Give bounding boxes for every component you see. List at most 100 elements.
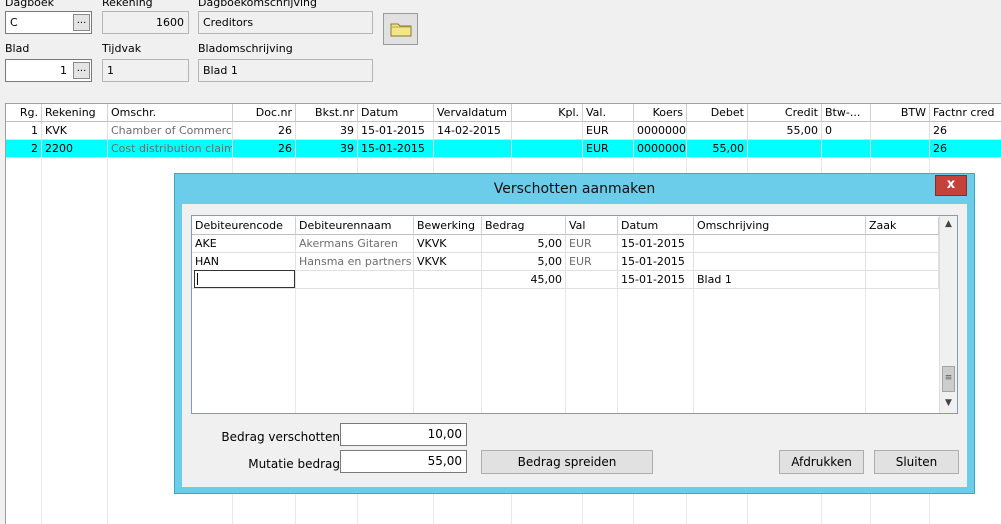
sluiten-button[interactable]: Sluiten [874, 450, 959, 474]
mutatie-bedrag-label: Mutatie bedrag [248, 457, 340, 471]
bladomschrijving-field: Blad 1 [198, 59, 373, 82]
table-cell: 15-01-2015 [358, 122, 434, 140]
table-cell: 2200 [42, 140, 108, 158]
col-header-credit[interactable]: Credit [748, 104, 822, 122]
dialog-title[interactable]: Verschotten aanmaken [175, 174, 974, 204]
col-header-rekening[interactable]: Rekening [42, 104, 108, 122]
bedrag-verschotten-label: Bedrag verschotten [221, 430, 340, 444]
col-header-debet[interactable]: Debet [687, 104, 748, 122]
debiteurencode-edit-input[interactable] [194, 270, 295, 288]
table-cell [434, 140, 512, 158]
table-cell [871, 122, 930, 140]
afdrukken-button[interactable]: Afdrukken [779, 450, 864, 474]
dagboek-label: Dagboek [5, 0, 55, 9]
tijdvak-field: 1 [102, 59, 189, 82]
table-cell [566, 271, 618, 289]
table-cell: VKVK [414, 235, 482, 253]
col-header-bedrag[interactable]: Bedrag [482, 217, 566, 235]
list-item[interactable]: 45,00 15-01-2015 Blad 1 [192, 271, 939, 289]
col-header-btw[interactable]: BTW [871, 104, 930, 122]
table-cell: 26 [930, 140, 1001, 158]
table-cell: 15-01-2015 [618, 253, 694, 271]
table-cell: 00000000 [634, 122, 687, 140]
scroll-thumb[interactable]: ≡ [942, 366, 955, 392]
chevron-up-icon[interactable]: ▲ [941, 217, 956, 232]
verschotten-dialog: Verschotten aanmaken x Debiteurencode De… [174, 173, 975, 494]
table-cell: 15-01-2015 [358, 140, 434, 158]
dialog-grid-scrollbar[interactable]: ▲ ≡ ▼ [939, 216, 957, 413]
table-cell: 55,00 [687, 140, 748, 158]
col-header-datum[interactable]: Datum [358, 104, 434, 122]
col-header-val[interactable]: Val [566, 217, 618, 235]
open-folder-button[interactable] [383, 13, 418, 45]
table-cell: 39 [296, 140, 358, 158]
col-header-val[interactable]: Val. [583, 104, 634, 122]
table-cell [866, 253, 939, 271]
table-cell: 0 [822, 122, 871, 140]
table-cell: 55,00 [748, 122, 822, 140]
dialog-body: Debiteurencode Debiteurennaam Bewerking … [182, 204, 967, 487]
table-cell: Hansma en partners [296, 253, 414, 271]
table-cell: EUR [583, 140, 634, 158]
col-header-debiteurennaam[interactable]: Debiteurennaam [296, 217, 414, 235]
close-icon[interactable]: x [935, 175, 967, 196]
table-cell: HAN [192, 253, 296, 271]
col-header-koers[interactable]: Koers [634, 104, 687, 122]
col-header-btwcode[interactable]: Btw-... [822, 104, 871, 122]
table-cell [296, 271, 414, 289]
bladomschrijving-label: Bladomschrijving [198, 42, 293, 55]
grid-header-row: Rg. Rekening Omschr. Doc.nr Bkst.nr Datu… [6, 104, 1001, 122]
col-header-vervaldatum[interactable]: Vervaldatum [434, 104, 512, 122]
dagboekomschrijving-label: Dagboekomschrijving [198, 0, 318, 9]
table-cell [748, 140, 822, 158]
chevron-down-icon[interactable]: ▼ [941, 396, 956, 411]
table-cell: Blad 1 [694, 271, 866, 289]
col-header-docnr[interactable]: Doc.nr [233, 104, 296, 122]
table-cell: 26 [930, 122, 1001, 140]
col-header-bewerking[interactable]: Bewerking [414, 217, 482, 235]
blad-value: 1 [60, 64, 67, 77]
rekening-field: 1600 [102, 11, 189, 34]
list-item[interactable]: AKE Akermans Gitaren VKVK 5,00 EUR 15-01… [192, 235, 939, 253]
table-cell: KVK [42, 122, 108, 140]
bedrag-spreiden-button[interactable]: Bedrag spreiden [481, 450, 653, 474]
table-cell: Akermans Gitaren [296, 235, 414, 253]
verschotten-grid[interactable]: Debiteurencode Debiteurennaam Bewerking … [191, 215, 958, 414]
col-header-datum[interactable]: Datum [618, 217, 694, 235]
table-row[interactable]: 1 KVK Chamber of Commerc 26 39 15-01-201… [6, 122, 1001, 140]
col-header-omschrijving[interactable]: Omschrijving [694, 217, 866, 235]
table-row-selected[interactable]: 2 2200 Cost distribution claim 26 39 15-… [6, 140, 1001, 158]
table-cell: AKE [192, 235, 296, 253]
col-header-rg[interactable]: Rg. [6, 104, 42, 122]
table-cell: EUR [566, 253, 618, 271]
mutatie-bedrag-input[interactable]: 55,00 [340, 450, 467, 473]
dagboek-value: C [10, 16, 18, 29]
dialog-grid-header-row: Debiteurencode Debiteurennaam Bewerking … [192, 217, 939, 235]
col-header-debiteurencode[interactable]: Debiteurencode [192, 217, 296, 235]
col-header-omschr[interactable]: Omschr. [108, 104, 233, 122]
table-cell [694, 253, 866, 271]
dagboek-lookup-button[interactable]: ... [73, 14, 90, 31]
col-header-kpl[interactable]: Kpl. [512, 104, 583, 122]
table-cell: Cost distribution claim [108, 140, 233, 158]
table-cell: 26 [233, 140, 296, 158]
bedrag-verschotten-input[interactable]: 10,00 [340, 423, 467, 446]
table-cell: 5,00 [482, 253, 566, 271]
col-header-bkstnr[interactable]: Bkst.nr [296, 104, 358, 122]
table-cell: 39 [296, 122, 358, 140]
table-cell: 00000000 [634, 140, 687, 158]
table-cell [414, 271, 482, 289]
table-cell [512, 122, 583, 140]
table-cell: 14-02-2015 [434, 122, 512, 140]
table-cell [866, 271, 939, 289]
list-item[interactable]: HAN Hansma en partners VKVK 5,00 EUR 15-… [192, 253, 939, 271]
col-header-zaak[interactable]: Zaak [866, 217, 939, 235]
col-header-factnr[interactable]: Factnr cred [930, 104, 1001, 122]
blad-label: Blad [5, 42, 30, 55]
blad-lookup-button[interactable]: ... [73, 62, 90, 79]
table-cell: Chamber of Commerc [108, 122, 233, 140]
rekening-label: Rekening [102, 0, 153, 9]
tijdvak-label: Tijdvak [102, 42, 142, 55]
table-cell: VKVK [414, 253, 482, 271]
table-cell [822, 140, 871, 158]
